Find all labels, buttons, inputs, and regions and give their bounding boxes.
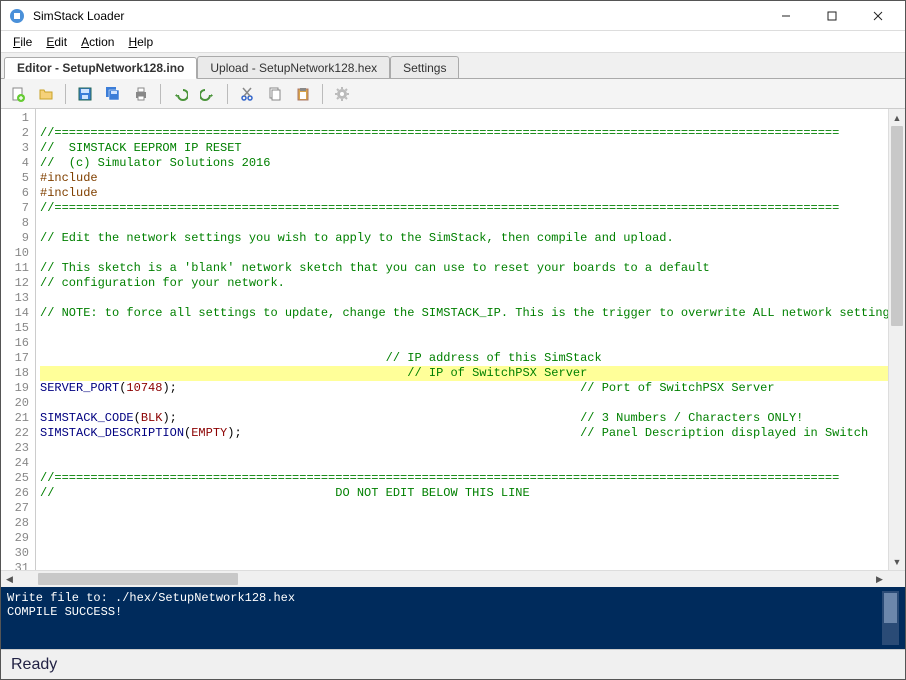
- line-gutter: 1234567891011121314151617181920212223242…: [1, 109, 36, 570]
- minimize-button[interactable]: [763, 2, 809, 30]
- console-scrollbar[interactable]: [882, 591, 899, 645]
- tabbar: Editor - SetupNetwork128.ino Upload - Se…: [1, 53, 905, 79]
- redo-button[interactable]: [195, 82, 221, 106]
- menu-action[interactable]: Action: [75, 33, 120, 51]
- scroll-left-icon[interactable]: ◀: [1, 571, 18, 587]
- scroll-up-icon[interactable]: ▲: [889, 109, 905, 126]
- menu-file[interactable]: File: [7, 33, 38, 51]
- editor-area: 1234567891011121314151617181920212223242…: [1, 109, 905, 587]
- window-controls: [763, 2, 901, 30]
- menu-edit[interactable]: Edit: [40, 33, 73, 51]
- window-title: SimStack Loader: [33, 9, 763, 23]
- maximize-button[interactable]: [809, 2, 855, 30]
- save-button[interactable]: [72, 82, 98, 106]
- scroll-thumb[interactable]: [891, 126, 903, 326]
- horizontal-scrollbar[interactable]: ◀ ▶: [1, 570, 905, 587]
- separator: [160, 84, 161, 104]
- statusbar: Ready: [1, 649, 905, 679]
- menu-help[interactable]: Help: [122, 33, 159, 51]
- status-text: Ready: [11, 656, 57, 674]
- close-button[interactable]: [855, 2, 901, 30]
- print-button[interactable]: [128, 82, 154, 106]
- code-editor[interactable]: //======================================…: [36, 109, 888, 570]
- scroll-right-icon[interactable]: ▶: [871, 571, 888, 587]
- tab-label: Editor - SetupNetwork128.ino: [17, 61, 184, 75]
- vertical-scrollbar[interactable]: ▲ ▼: [888, 109, 905, 570]
- save-all-button[interactable]: [100, 82, 126, 106]
- console-line: Write file to: ./hex/SetupNetwork128.hex: [7, 591, 295, 605]
- app-icon: [9, 8, 25, 24]
- tab-upload[interactable]: Upload - SetupNetwork128.hex: [197, 56, 390, 78]
- menubar: File Edit Action Help: [1, 31, 905, 53]
- cut-button[interactable]: [234, 82, 260, 106]
- tab-label: Upload - SetupNetwork128.hex: [210, 61, 377, 75]
- titlebar: SimStack Loader: [1, 1, 905, 31]
- new-file-button[interactable]: [5, 82, 31, 106]
- toolbar: [1, 79, 905, 109]
- copy-button[interactable]: [262, 82, 288, 106]
- paste-button[interactable]: [290, 82, 316, 106]
- undo-button[interactable]: [167, 82, 193, 106]
- settings-button[interactable]: [329, 82, 355, 106]
- output-console: Write file to: ./hex/SetupNetwork128.hex…: [1, 587, 905, 649]
- scroll-corner: [888, 571, 905, 587]
- open-file-button[interactable]: [33, 82, 59, 106]
- scroll-down-icon[interactable]: ▼: [889, 553, 905, 570]
- separator: [227, 84, 228, 104]
- separator: [65, 84, 66, 104]
- console-line: COMPILE SUCCESS!: [7, 605, 122, 619]
- tab-label: Settings: [403, 61, 446, 75]
- separator: [322, 84, 323, 104]
- tab-editor[interactable]: Editor - SetupNetwork128.ino: [4, 57, 197, 79]
- tab-settings[interactable]: Settings: [390, 56, 459, 78]
- scroll-thumb[interactable]: [38, 573, 238, 585]
